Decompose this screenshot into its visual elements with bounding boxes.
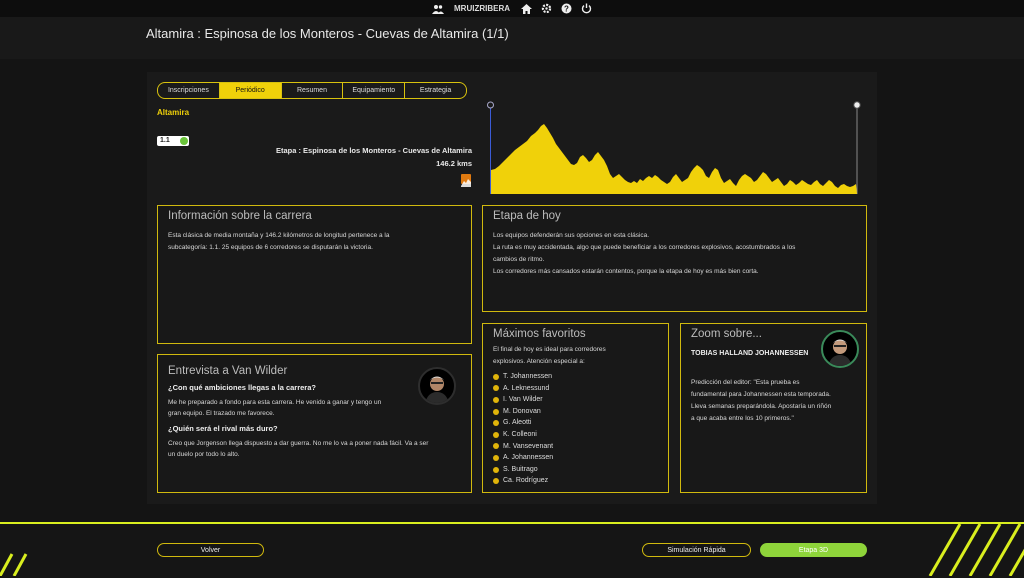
stage-today-title: Etapa de hoy <box>493 210 561 222</box>
start-marker-icon <box>487 101 494 109</box>
race-info-line: subcategoría: 1.1. 25 equipos de 6 corre… <box>168 244 373 251</box>
back-button[interactable]: Volver <box>157 543 264 557</box>
list-item[interactable]: T. Johannessen <box>493 371 553 383</box>
users-icon[interactable] <box>432 3 444 15</box>
info-icon <box>493 420 499 427</box>
info-icon <box>493 478 499 485</box>
zoom-avatar <box>821 330 859 368</box>
stripes-decoration <box>0 524 1024 576</box>
favorites-title: Máximos favoritos <box>493 328 586 340</box>
stage-today-line: Los equipos defenderán sus opciones en e… <box>493 232 650 239</box>
interview-title: Entrevista a Van Wilder <box>168 365 288 377</box>
race-info-line: Esta clásica de media montaña y 146.2 ki… <box>168 232 390 239</box>
list-item[interactable]: A. Leknessund <box>493 383 553 395</box>
stage-today-line: Los corredores más cansados estarán cont… <box>493 268 759 275</box>
info-icon <box>493 431 499 438</box>
list-item[interactable]: M. Vansevenant <box>493 441 553 453</box>
zoom-line: Predicción del editor: "Esta prueba es <box>691 379 800 386</box>
list-item[interactable]: Ca. Rodríguez <box>493 475 553 487</box>
list-item[interactable]: G. Aleotti <box>493 417 553 429</box>
category-badge: 1.1 <box>157 136 189 146</box>
favorites-box: Máximos favoritos El final de hoy es ide… <box>482 323 669 493</box>
list-item[interactable]: I. Van Wilder <box>493 394 553 406</box>
info-icon <box>493 396 499 403</box>
gear-icon[interactable] <box>540 3 552 15</box>
stage-3d-button[interactable]: Etapa 3D <box>760 543 867 557</box>
info-icon <box>493 454 499 461</box>
stage-elevation-profile <box>487 101 861 194</box>
stage-label: Etapa : Espinosa de los Monteros - Cueva… <box>275 146 472 155</box>
interview-answer-line: Me he preparado a fondo para esta carrer… <box>168 399 382 406</box>
power-icon[interactable] <box>580 3 592 15</box>
favorites-intro-line: El final de hoy es ideal para corredores <box>493 346 606 353</box>
interview-question-1: ¿Con qué ambiciones llegas a la carrera? <box>168 383 316 392</box>
tab-equipamiento[interactable]: Equipamiento <box>343 83 406 98</box>
finish-marker-icon <box>853 101 861 109</box>
rider-name: M. Vansevenant <box>503 442 554 450</box>
interview-answer-line: gran equipo. El trazado me favorece. <box>168 410 275 417</box>
main-panel: Inscripciones Periódico Resumen Equipami… <box>147 72 877 504</box>
rider-name: M. Donovan <box>503 407 541 415</box>
username[interactable]: MRUIZRIBERA <box>454 4 510 13</box>
top-bar: MRUIZRIBERA ? <box>0 0 1024 17</box>
info-icon <box>493 385 499 392</box>
zoom-line: a que acaba entre los 10 primeros." <box>691 415 794 422</box>
zoom-line: Lleva semanas preparándola. Apostaría un… <box>691 403 832 410</box>
info-icon <box>493 373 499 380</box>
zoom-rider-name: TOBIAS HALLAND JOHANNESSEN <box>691 350 809 357</box>
race-info-title: Información sobre la carrera <box>168 210 312 222</box>
home-icon[interactable] <box>520 3 532 15</box>
page-title: Altamira : Espinosa de los Monteros - Cu… <box>146 26 509 41</box>
race-name: Altamira <box>157 108 190 117</box>
stage-today-line: cambios de ritmo. <box>493 256 545 263</box>
stage-today-box: Etapa de hoy Los equipos defenderán sus … <box>482 205 867 312</box>
category-label: 1.1 <box>160 137 170 144</box>
tab-periodico[interactable]: Periódico <box>219 83 282 98</box>
rider-name: T. Johannessen <box>503 373 553 380</box>
elevation-area <box>491 124 857 194</box>
tab-inscripciones[interactable]: Inscripciones <box>158 83 220 98</box>
rider-name: S. Buitrago <box>503 465 538 473</box>
quick-sim-button[interactable]: Simulación Rápida <box>642 543 751 557</box>
list-item[interactable]: M. Donovan <box>493 406 553 418</box>
rider-name: K. Colleoni <box>503 430 537 438</box>
favorites-list: T. Johannessen A. Leknessund I. Van Wild… <box>493 371 553 487</box>
rider-name: I. Van Wilder <box>503 396 543 404</box>
rider-name: Ca. Rodríguez <box>503 477 549 485</box>
tab-resumen[interactable]: Resumen <box>282 83 344 98</box>
list-item[interactable]: K. Colleoni <box>493 429 553 441</box>
bottom-bar: Volver Simulación Rápida Etapa 3D <box>0 522 1024 578</box>
list-item[interactable]: A. Johannessen <box>493 452 553 464</box>
rider-name: G. Aleotti <box>503 419 532 427</box>
zoom-line: fundamental para Johannessen esta tempor… <box>691 391 831 398</box>
interview-answer-line: un duelo por todo lo alto. <box>168 451 240 458</box>
zoom-title: Zoom sobre... <box>691 328 762 340</box>
interview-question-2: ¿Quién será el rival más duro? <box>168 424 278 433</box>
info-icon <box>493 443 499 450</box>
stage-distance: 146.2 kms <box>436 159 472 168</box>
interview-answer-line: Creo que Jorgenson llega dispuesto a dar… <box>168 440 429 447</box>
rider-name: A. Leknessund <box>503 384 550 392</box>
interview-box: Entrevista a Van Wilder ¿Con qué ambicio… <box>157 354 472 493</box>
svg-text:?: ? <box>564 4 569 13</box>
rider-name: A. Johannessen <box>503 454 554 462</box>
zoom-box: Zoom sobre... TOBIAS HALLAND JOHANNESSEN… <box>680 323 867 493</box>
stage-today-line: La ruta es muy accidentada, algo que pue… <box>493 244 796 251</box>
race-info-box: Información sobre la carrera Esta clásic… <box>157 205 472 344</box>
title-bar: Altamira : Espinosa de los Monteros - Cu… <box>0 17 1024 59</box>
tab-estrategia[interactable]: Estrategia <box>405 83 466 98</box>
favorites-intro-line: explosivos. Atención especial a: <box>493 358 585 365</box>
category-dot-icon <box>180 137 188 145</box>
tab-bar: Inscripciones Periódico Resumen Equipami… <box>157 82 467 99</box>
info-icon <box>493 466 499 473</box>
list-item[interactable]: S. Buitrago <box>493 464 553 476</box>
profile-chart-icon[interactable] <box>461 174 471 187</box>
help-icon[interactable]: ? <box>560 3 572 15</box>
info-icon <box>493 408 499 415</box>
